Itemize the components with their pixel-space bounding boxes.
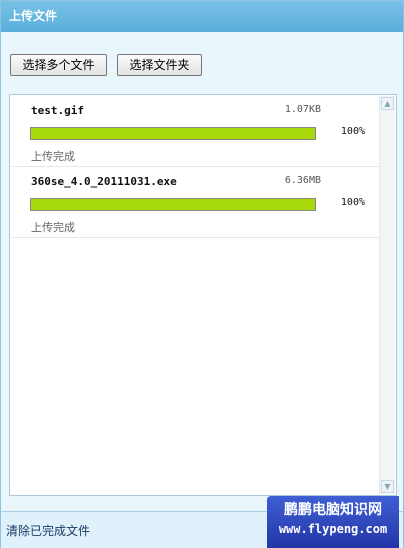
file-name: 360se_4.0_20111031.exe — [31, 175, 177, 188]
file-list: test.gif 1.07KB 100% 上传完成 360se_4.0_2011… — [9, 94, 397, 496]
file-name: test.gif — [31, 104, 84, 117]
vertical-scrollbar[interactable]: ▲ ▼ — [379, 96, 395, 494]
progress-percent: 100% — [340, 126, 365, 137]
upload-window: 上传文件 选择多个文件 选择文件夹 test.gif 1.07KB 100% 上… — [0, 0, 404, 548]
watermark-url: www.flypeng.com — [278, 522, 388, 536]
file-list-item: test.gif 1.07KB 100% 上传完成 — [11, 96, 380, 167]
clear-completed-link[interactable]: 清除已完成文件 — [6, 522, 90, 539]
progress-fill — [31, 128, 315, 139]
scroll-down-arrow-icon[interactable]: ▼ — [381, 480, 394, 493]
upload-status: 上传完成 — [31, 150, 75, 163]
progress-bar — [30, 198, 316, 211]
file-size: 1.07KB — [284, 104, 321, 115]
select-multiple-files-button[interactable]: 选择多个文件 — [10, 54, 107, 76]
window-title: 上传文件 — [1, 1, 403, 32]
watermark-logo: 鹏鹏电脑知识网 www.flypeng.com — [267, 496, 399, 548]
footer-bar: 清除已完成文件 鹏鹏电脑知识网 www.flypeng.com — [1, 496, 403, 548]
upload-status: 上传完成 — [31, 221, 75, 234]
scroll-up-arrow-icon[interactable]: ▲ — [381, 97, 394, 110]
file-size: 6.36MB — [284, 175, 321, 186]
watermark-title: 鹏鹏电脑知识网 — [284, 502, 382, 518]
progress-bar — [30, 127, 316, 140]
file-list-item: 360se_4.0_20111031.exe 6.36MB 100% 上传完成 — [11, 167, 380, 238]
progress-percent: 100% — [340, 197, 365, 208]
progress-fill — [31, 199, 315, 210]
select-folder-button[interactable]: 选择文件夹 — [117, 54, 202, 76]
